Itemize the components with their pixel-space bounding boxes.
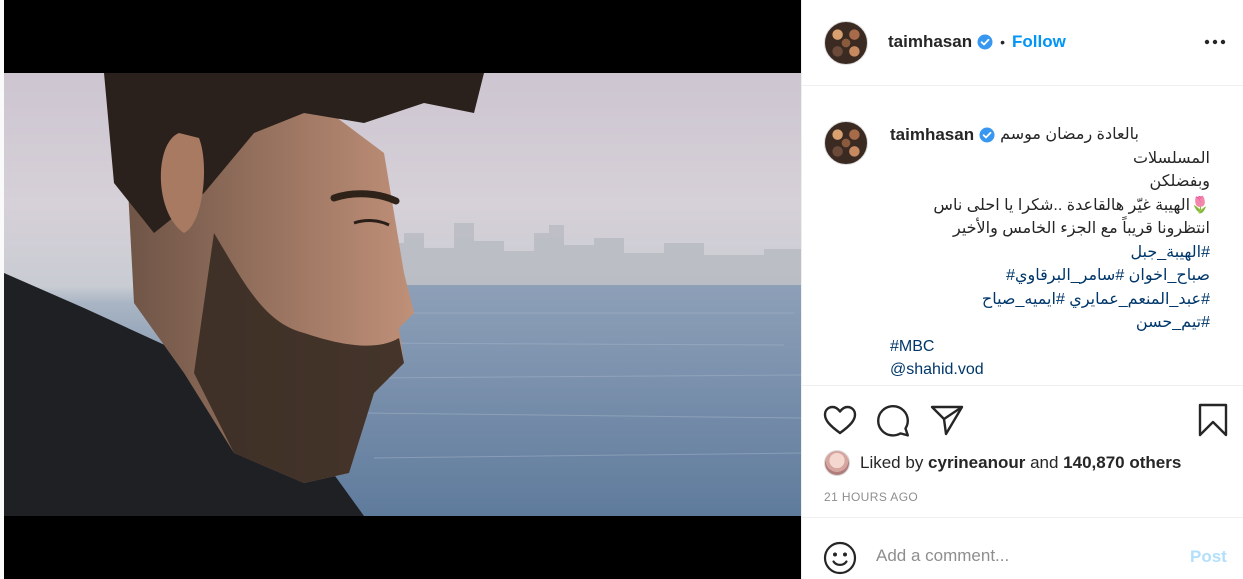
header-user: taimhasan • Follow [888, 32, 1066, 52]
hashtag-link[interactable]: صباح_اخوان #سامر_البرقاوي# [890, 264, 1210, 288]
caption-first-line: taimhasan بالعادة رمضان موسم [890, 123, 1210, 147]
post-photo[interactable] [4, 73, 801, 516]
post-header: taimhasan • Follow [802, 0, 1243, 86]
caption-line: وبفضلكن [1149, 173, 1210, 190]
hashtag-link[interactable]: #الهيبة_جبل [890, 241, 1210, 265]
post-media[interactable] [0, 0, 801, 579]
caption-line: انتظرونا قريباً مع الجزء الخامس والأخير [952, 220, 1210, 237]
liker-username[interactable]: cyrineanour [928, 453, 1025, 473]
more-horizontal-icon[interactable] [1204, 38, 1226, 46]
emoji-icon[interactable] [823, 541, 857, 575]
post-comment-button[interactable]: Post [1190, 547, 1227, 567]
caption-text-start: بالعادة رمضان موسم [1000, 126, 1139, 143]
hashtag-link[interactable]: #MBC [890, 335, 1210, 359]
caption-username[interactable]: taimhasan [890, 123, 974, 147]
caption-line: 🌷الهيبة غيّر هالقاعدة ..شكرا يا احلى ناس [933, 196, 1210, 214]
post-timestamp[interactable]: 21 HOURS AGO [824, 490, 918, 504]
caption-section: taimhasan بالعادة رمضان موسم المسلسلات و… [802, 87, 1243, 386]
follow-separator: • [1000, 34, 1005, 50]
comment-icon[interactable] [876, 404, 910, 438]
hashtag-link[interactable]: #تيم_حسن [890, 311, 1210, 335]
hashtag-link[interactable]: #عبد_المنعم_عمايري #ايميه_صياح [890, 288, 1210, 312]
caption-avatar[interactable] [824, 121, 868, 165]
likes-prefix: Liked by [860, 453, 929, 472]
mention-link[interactable]: @shahid.vod [890, 358, 1210, 382]
caption-body: المسلسلات وبفضلكن 🌷الهيبة غيّر هالقاعدة … [890, 147, 1210, 382]
bookmark-icon[interactable] [1198, 403, 1228, 437]
likes-middle: and [1025, 453, 1064, 472]
likes-summary: Liked by cyrineanour and 140,870 others [824, 450, 1181, 476]
verified-badge-icon [977, 34, 993, 50]
heart-icon[interactable] [823, 405, 857, 435]
post-panel: taimhasan • Follow taimhasan بالعادة رمض… [801, 0, 1243, 579]
photo-illustration [4, 73, 801, 516]
share-icon[interactable] [930, 404, 964, 436]
comment-input[interactable] [876, 541, 1166, 571]
comment-bar: Post [802, 519, 1243, 579]
likes-count[interactable]: 140,870 others [1063, 453, 1181, 473]
follow-button[interactable]: Follow [1012, 32, 1066, 52]
caption-line: المسلسلات [1132, 149, 1210, 167]
author-username[interactable]: taimhasan [888, 32, 972, 52]
caption-verified-badge-icon [979, 127, 995, 143]
author-avatar[interactable] [824, 21, 868, 65]
liker-avatar[interactable] [824, 450, 850, 476]
